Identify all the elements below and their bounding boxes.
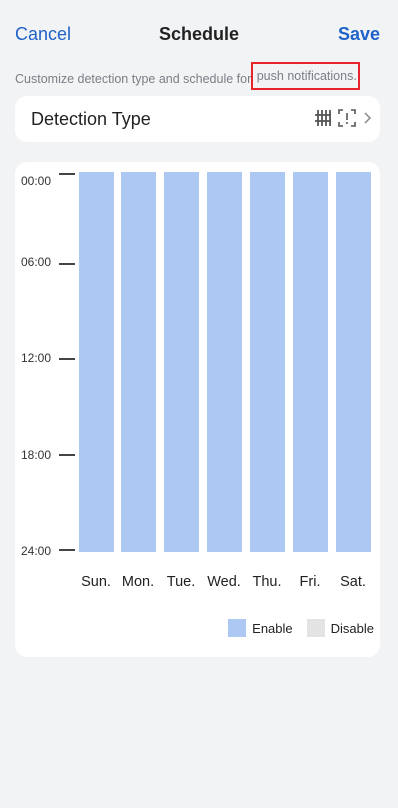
legend-disable-label: Disable: [330, 620, 374, 636]
time-label: 00:00: [21, 174, 52, 188]
time-tick: [59, 358, 75, 360]
time-tick: [59, 454, 75, 456]
day-bar-tue[interactable]: [164, 172, 199, 552]
day-bar-thu[interactable]: [250, 172, 285, 552]
save-button[interactable]: Save: [338, 24, 380, 45]
day-bar-fri[interactable]: [293, 172, 328, 552]
time-label: 18:00: [21, 448, 52, 462]
detection-type-row[interactable]: Detection Type: [15, 96, 380, 142]
legend-enable-label: Enable: [252, 620, 293, 636]
detection-icons: [314, 109, 372, 127]
disable-swatch: [306, 619, 325, 637]
time-label: 12:00: [21, 351, 52, 365]
motion-grid-icon: [315, 110, 331, 126]
day-bar-sun[interactable]: [79, 172, 114, 552]
time-tick: [59, 549, 75, 551]
day-label: Sat.: [340, 574, 366, 590]
time-label: 24:00: [21, 544, 52, 558]
time-tick: [59, 263, 75, 265]
day-bar-mon[interactable]: [121, 172, 156, 552]
time-label: 06:00: [21, 255, 52, 269]
legend-disable: Disable: [306, 619, 374, 637]
legend: Enable Disable: [228, 619, 374, 637]
detection-type-label: Detection Type: [31, 109, 151, 129]
description-text: Customize detection type and schedule fo…: [15, 62, 360, 90]
day-bar-sat[interactable]: [336, 172, 371, 552]
person-detect-icon: [338, 109, 356, 127]
time-tick: [59, 173, 75, 175]
schedule-chart: 00:00 06:00 12:00 18:00 24:00 Sun. Mon. …: [15, 162, 380, 657]
description-highlight: push notifications.: [250, 62, 360, 90]
chevron-right-icon: [364, 112, 372, 124]
legend-enable: Enable: [228, 619, 293, 637]
enable-swatch: [228, 619, 247, 637]
cancel-button[interactable]: Cancel: [15, 24, 71, 45]
description-prefix: Customize detection type and schedule fo…: [15, 71, 252, 86]
day-bar-wed[interactable]: [207, 172, 242, 552]
nav-bar: Cancel Schedule Save: [0, 0, 398, 70]
